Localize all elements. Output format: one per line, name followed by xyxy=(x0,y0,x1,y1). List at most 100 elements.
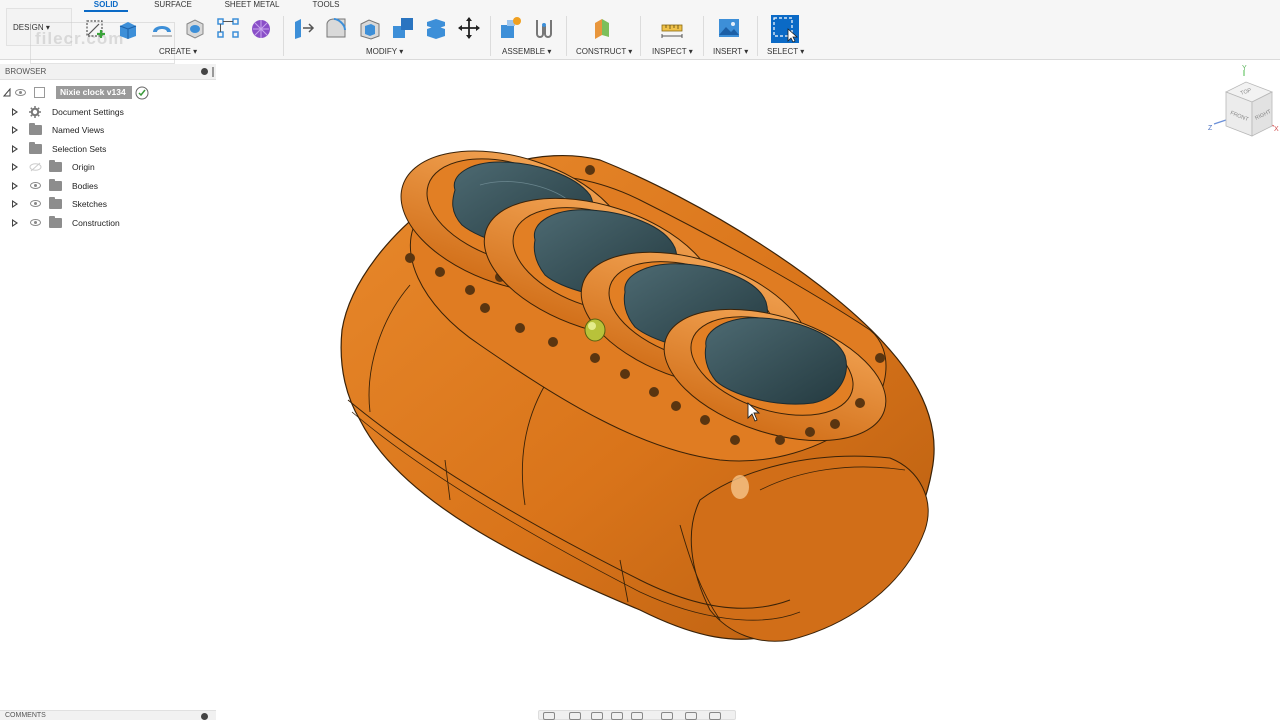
revolve-icon[interactable] xyxy=(150,16,174,40)
toolbar-separator xyxy=(703,16,704,56)
measure-icon[interactable] xyxy=(660,16,684,40)
pan-icon[interactable] xyxy=(591,712,603,720)
navigation-bar xyxy=(538,710,736,720)
browser-item-label: Selection Sets xyxy=(52,144,107,154)
select-menu[interactable]: SELECT ▾ xyxy=(767,47,804,57)
view-cube[interactable]: Y Z X TOP FRONT RIGHT xyxy=(1200,64,1280,144)
enclosure-end-cap[interactable] xyxy=(690,455,929,642)
toolbar-separator xyxy=(757,16,758,56)
combine-icon[interactable] xyxy=(391,16,415,40)
offset-plane-icon[interactable] xyxy=(590,16,614,40)
fillet-icon[interactable] xyxy=(324,16,348,40)
browser-title: BROWSER xyxy=(5,67,47,76)
toolbar-separator xyxy=(640,16,641,56)
browser-item-sketches[interactable]: Sketches xyxy=(0,196,216,212)
browser-item-label: Construction xyxy=(72,218,120,228)
folder-icon xyxy=(49,216,62,228)
hidden-eye-icon[interactable] xyxy=(29,162,42,172)
fit-icon[interactable] xyxy=(631,712,643,720)
toolbar-separator xyxy=(566,16,567,56)
visibility-eye-icon[interactable] xyxy=(30,219,41,226)
create-menu[interactable]: CREATE ▾ xyxy=(159,47,197,57)
browser-item-label: Origin xyxy=(72,162,95,172)
browser-root-row[interactable]: Nixie clock v134 xyxy=(0,85,216,101)
specular-highlight xyxy=(731,475,749,499)
activate-check-icon[interactable] xyxy=(135,86,149,100)
comments-panel: COMMENTS xyxy=(0,710,216,720)
nixie-clock-model[interactable] xyxy=(340,125,935,642)
tab-sheet-metal[interactable]: SHEET METAL xyxy=(218,0,286,12)
new-component-icon[interactable] xyxy=(498,16,522,40)
expand-triangle-icon[interactable] xyxy=(12,163,18,171)
browser-root-label: Nixie clock v134 xyxy=(56,86,132,99)
x-axis-label: X xyxy=(1274,126,1279,133)
expand-triangle-icon[interactable] xyxy=(12,200,18,208)
assemble-menu[interactable]: ASSEMBLE ▾ xyxy=(502,47,551,57)
tab-surface[interactable]: SURFACE xyxy=(147,0,199,12)
hole-icon[interactable] xyxy=(183,16,207,40)
split-body-icon[interactable] xyxy=(424,16,448,40)
gear-icon xyxy=(29,106,41,118)
construct-menu[interactable]: CONSTRUCT ▾ xyxy=(576,47,632,57)
browser-item-named-views[interactable]: Named Views xyxy=(0,122,216,138)
canvas-viewport[interactable] xyxy=(220,60,1200,710)
z-axis-label: Z xyxy=(1208,125,1213,132)
look-at-icon[interactable] xyxy=(569,712,581,720)
expand-triangle-icon[interactable] xyxy=(12,126,18,134)
expand-triangle-icon[interactable] xyxy=(12,145,18,153)
insert-menu[interactable]: INSERT ▾ xyxy=(713,47,748,57)
browser-collapse-icon[interactable] xyxy=(212,67,214,77)
browser-pin-icon[interactable] xyxy=(201,68,208,75)
browser-item-bodies[interactable]: Bodies xyxy=(0,178,216,194)
toolbar-separator xyxy=(283,16,284,56)
z-axis-line xyxy=(1213,119,1227,125)
folder-icon xyxy=(29,142,42,154)
browser-item-selection-sets[interactable]: Selection Sets xyxy=(0,141,216,157)
toolbar-separator xyxy=(490,16,491,56)
grid-settings-icon[interactable] xyxy=(685,712,697,720)
folder-icon xyxy=(29,123,42,135)
select-icon[interactable] xyxy=(770,14,800,44)
browser-header: BROWSER xyxy=(0,64,216,80)
create-sketch-icon[interactable] xyxy=(84,16,108,40)
press-pull-icon[interactable] xyxy=(291,16,315,40)
colon-led[interactable] xyxy=(584,318,606,342)
collapse-triangle-icon[interactable] xyxy=(3,88,11,97)
comments-title: COMMENTS xyxy=(5,712,46,719)
browser-item-origin[interactable]: Origin xyxy=(0,159,216,175)
browser-item-label: Sketches xyxy=(72,199,107,209)
form-icon[interactable] xyxy=(249,16,273,40)
folder-icon xyxy=(49,179,62,191)
inspect-menu[interactable]: INSPECT ▾ xyxy=(652,47,693,57)
display-settings-icon[interactable] xyxy=(661,712,673,720)
extrude-icon[interactable] xyxy=(116,16,140,40)
visibility-eye-icon[interactable] xyxy=(15,89,26,96)
expand-triangle-icon[interactable] xyxy=(12,219,18,227)
browser-item-document-settings[interactable]: Document Settings xyxy=(0,104,216,120)
orbit-icon[interactable] xyxy=(543,712,555,720)
folder-icon xyxy=(49,160,62,172)
move-icon[interactable] xyxy=(457,16,481,40)
modify-menu[interactable]: MODIFY ▾ xyxy=(366,47,403,57)
comments-add-icon[interactable] xyxy=(201,713,208,720)
browser-item-label: Named Views xyxy=(52,125,105,135)
visibility-eye-icon[interactable] xyxy=(30,200,41,207)
insert-image-icon[interactable] xyxy=(717,16,741,40)
tab-solid[interactable]: SOLID xyxy=(84,0,128,12)
browser-item-label: Bodies xyxy=(72,181,98,191)
viewports-icon[interactable] xyxy=(709,712,721,720)
browser-item-construction[interactable]: Construction xyxy=(0,215,216,231)
tab-tools[interactable]: TOOLS xyxy=(306,0,346,12)
joint-icon[interactable] xyxy=(532,16,556,40)
zoom-icon[interactable] xyxy=(611,712,623,720)
led-highlight xyxy=(588,322,596,330)
visibility-eye-icon[interactable] xyxy=(30,182,41,189)
toolbar: SOLID SURFACE SHEET METAL TOOLS DESIGN ▾… xyxy=(0,0,1280,64)
expand-triangle-icon[interactable] xyxy=(12,182,18,190)
expand-triangle-icon[interactable] xyxy=(12,108,18,116)
folder-icon xyxy=(49,197,62,209)
pattern-icon[interactable] xyxy=(216,16,240,40)
y-axis-label: Y xyxy=(1242,65,1247,72)
shell-icon[interactable] xyxy=(358,16,382,40)
browser-item-label: Document Settings xyxy=(52,107,124,117)
